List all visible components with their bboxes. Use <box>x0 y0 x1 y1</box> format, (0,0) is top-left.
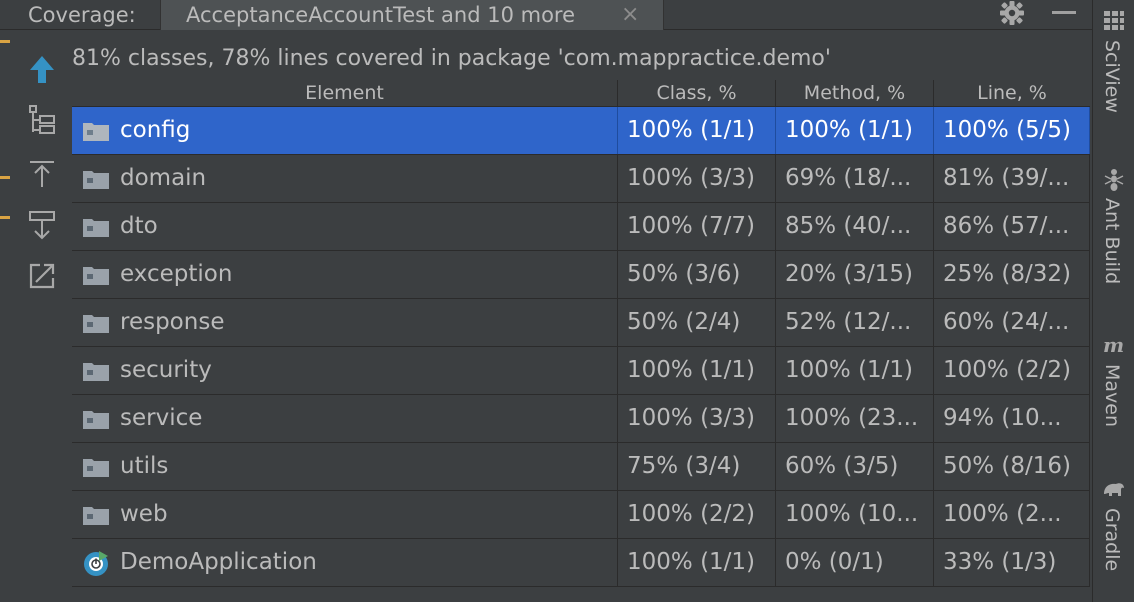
table-row[interactable]: service 100% (3/3) 100% (23... 94% (10..… <box>72 395 1090 443</box>
line-coverage: 100% (2/2) <box>934 347 1090 394</box>
class-coverage: 100% (1/1) <box>618 539 776 586</box>
class-coverage: 100% (2/2) <box>618 491 776 538</box>
maven-icon: m <box>1103 333 1124 357</box>
folder-icon <box>83 171 109 189</box>
element-name: utils <box>72 443 618 490</box>
maven-tab[interactable]: Maven <box>1101 364 1123 427</box>
coverage-label: Coverage: <box>28 3 136 27</box>
ant-build-tab[interactable]: Ant Build <box>1101 198 1123 284</box>
element-name: dto <box>72 203 618 250</box>
method-coverage: 69% (18/... <box>776 155 934 202</box>
column-header-line[interactable]: Line, % <box>934 80 1090 106</box>
sciview-tab[interactable]: SciView <box>1101 40 1123 113</box>
table-header: Element Class, % Method, % Line, % <box>72 80 1090 106</box>
folder-icon <box>83 363 109 381</box>
method-coverage: 100% (10... <box>776 491 934 538</box>
element-name: DemoApplication <box>72 539 618 586</box>
class-coverage: 75% (3/4) <box>618 443 776 490</box>
folder-icon <box>83 123 109 141</box>
flatten-packages-icon[interactable] <box>22 100 62 140</box>
line-coverage: 86% (57/... <box>934 203 1090 250</box>
gutter-mark <box>0 176 10 179</box>
line-coverage: 50% (8/16) <box>934 443 1090 490</box>
table-row[interactable]: config 100% (1/1) 100% (1/1) 100% (5/5) <box>72 107 1090 155</box>
folder-icon <box>83 315 109 333</box>
table-empty-area <box>72 587 1090 602</box>
table-row[interactable]: web 100% (2/2) 100% (10... 100% (2... <box>72 491 1090 539</box>
column-header-class[interactable]: Class, % <box>618 80 776 106</box>
gradle-tab[interactable]: Gradle <box>1101 508 1123 571</box>
close-tab-icon[interactable]: × <box>621 0 639 30</box>
method-coverage: 100% (1/1) <box>776 107 934 154</box>
table-row[interactable]: DemoApplication 100% (1/1) 0% (0/1) 33% … <box>72 539 1090 587</box>
class-coverage: 100% (7/7) <box>618 203 776 250</box>
class-coverage: 50% (3/6) <box>618 251 776 298</box>
folder-icon <box>83 267 109 285</box>
element-name: response <box>72 299 618 346</box>
table-row[interactable]: exception 50% (3/6) 20% (3/15) 25% (8/32… <box>72 251 1090 299</box>
folder-icon <box>83 459 109 477</box>
autoscroll-to-source-icon[interactable] <box>22 154 62 194</box>
line-coverage: 60% (24/... <box>934 299 1090 346</box>
gradle-elephant-icon <box>1104 483 1124 496</box>
method-coverage: 100% (1/1) <box>776 347 934 394</box>
sciview-grid-icon <box>1104 11 1124 30</box>
class-coverage: 100% (1/1) <box>618 347 776 394</box>
minimize-icon[interactable] <box>1052 11 1076 14</box>
method-coverage: 60% (3/5) <box>776 443 934 490</box>
spring-boot-app-icon <box>84 551 108 576</box>
folder-icon <box>83 411 109 429</box>
method-coverage: 100% (23... <box>776 395 934 442</box>
class-coverage: 100% (1/1) <box>618 107 776 154</box>
coverage-header: Coverage: AcceptanceAccountTest and 10 m… <box>0 0 1092 30</box>
table-row[interactable]: utils 75% (3/4) 60% (3/5) 50% (8/16) <box>72 443 1090 491</box>
element-name: exception <box>72 251 618 298</box>
line-coverage: 81% (39/... <box>934 155 1090 202</box>
svg-text:m: m <box>1103 333 1124 357</box>
line-coverage: 94% (10... <box>934 395 1090 442</box>
column-header-method[interactable]: Method, % <box>776 80 934 106</box>
right-tool-window-bar: SciView Ant Build m Maven Gradle <box>1092 0 1134 602</box>
element-name: config <box>72 107 618 154</box>
table-row[interactable]: dto 100% (7/7) 85% (40/... 86% (57/... <box>72 203 1090 251</box>
coverage-table: Element Class, % Method, % Line, % confi… <box>72 80 1090 602</box>
left-gutter <box>0 30 12 602</box>
line-coverage: 100% (5/5) <box>934 107 1090 154</box>
element-name: domain <box>72 155 618 202</box>
class-coverage: 100% (3/3) <box>618 395 776 442</box>
class-coverage: 50% (2/4) <box>618 299 776 346</box>
table-row[interactable]: response 50% (2/4) 52% (12/... 60% (24/.… <box>72 299 1090 347</box>
folder-icon <box>83 507 109 525</box>
line-coverage: 33% (1/3) <box>934 539 1090 586</box>
class-coverage: 100% (3/3) <box>618 155 776 202</box>
method-coverage: 52% (12/... <box>776 299 934 346</box>
coverage-summary: 81% classes, 78% lines covered in packag… <box>72 46 831 71</box>
element-name: service <box>72 395 618 442</box>
method-coverage: 85% (40/... <box>776 203 934 250</box>
export-report-icon[interactable] <box>22 256 62 296</box>
table-row[interactable]: security 100% (1/1) 100% (1/1) 100% (2/2… <box>72 347 1090 395</box>
coverage-suite-tab[interactable]: AcceptanceAccountTest and 10 more × <box>160 0 664 30</box>
tab-title: AcceptanceAccountTest and 10 more <box>186 3 576 27</box>
element-name: security <box>72 347 618 394</box>
method-coverage: 0% (0/1) <box>776 539 934 586</box>
coverage-toolbar <box>22 42 62 302</box>
gutter-mark <box>0 40 10 43</box>
go-up-arrow-icon[interactable] <box>22 50 62 90</box>
folder-icon <box>83 219 109 237</box>
autoscroll-from-source-icon[interactable] <box>22 206 62 246</box>
line-coverage: 100% (2... <box>934 491 1090 538</box>
element-name: web <box>72 491 618 538</box>
gutter-mark <box>0 216 10 219</box>
gear-icon[interactable] <box>998 0 1026 26</box>
line-coverage: 25% (8/32) <box>934 251 1090 298</box>
column-header-element[interactable]: Element <box>72 80 618 106</box>
ant-icon <box>1104 169 1124 191</box>
table-row[interactable]: domain 100% (3/3) 69% (18/... 81% (39/..… <box>72 155 1090 203</box>
method-coverage: 20% (3/15) <box>776 251 934 298</box>
